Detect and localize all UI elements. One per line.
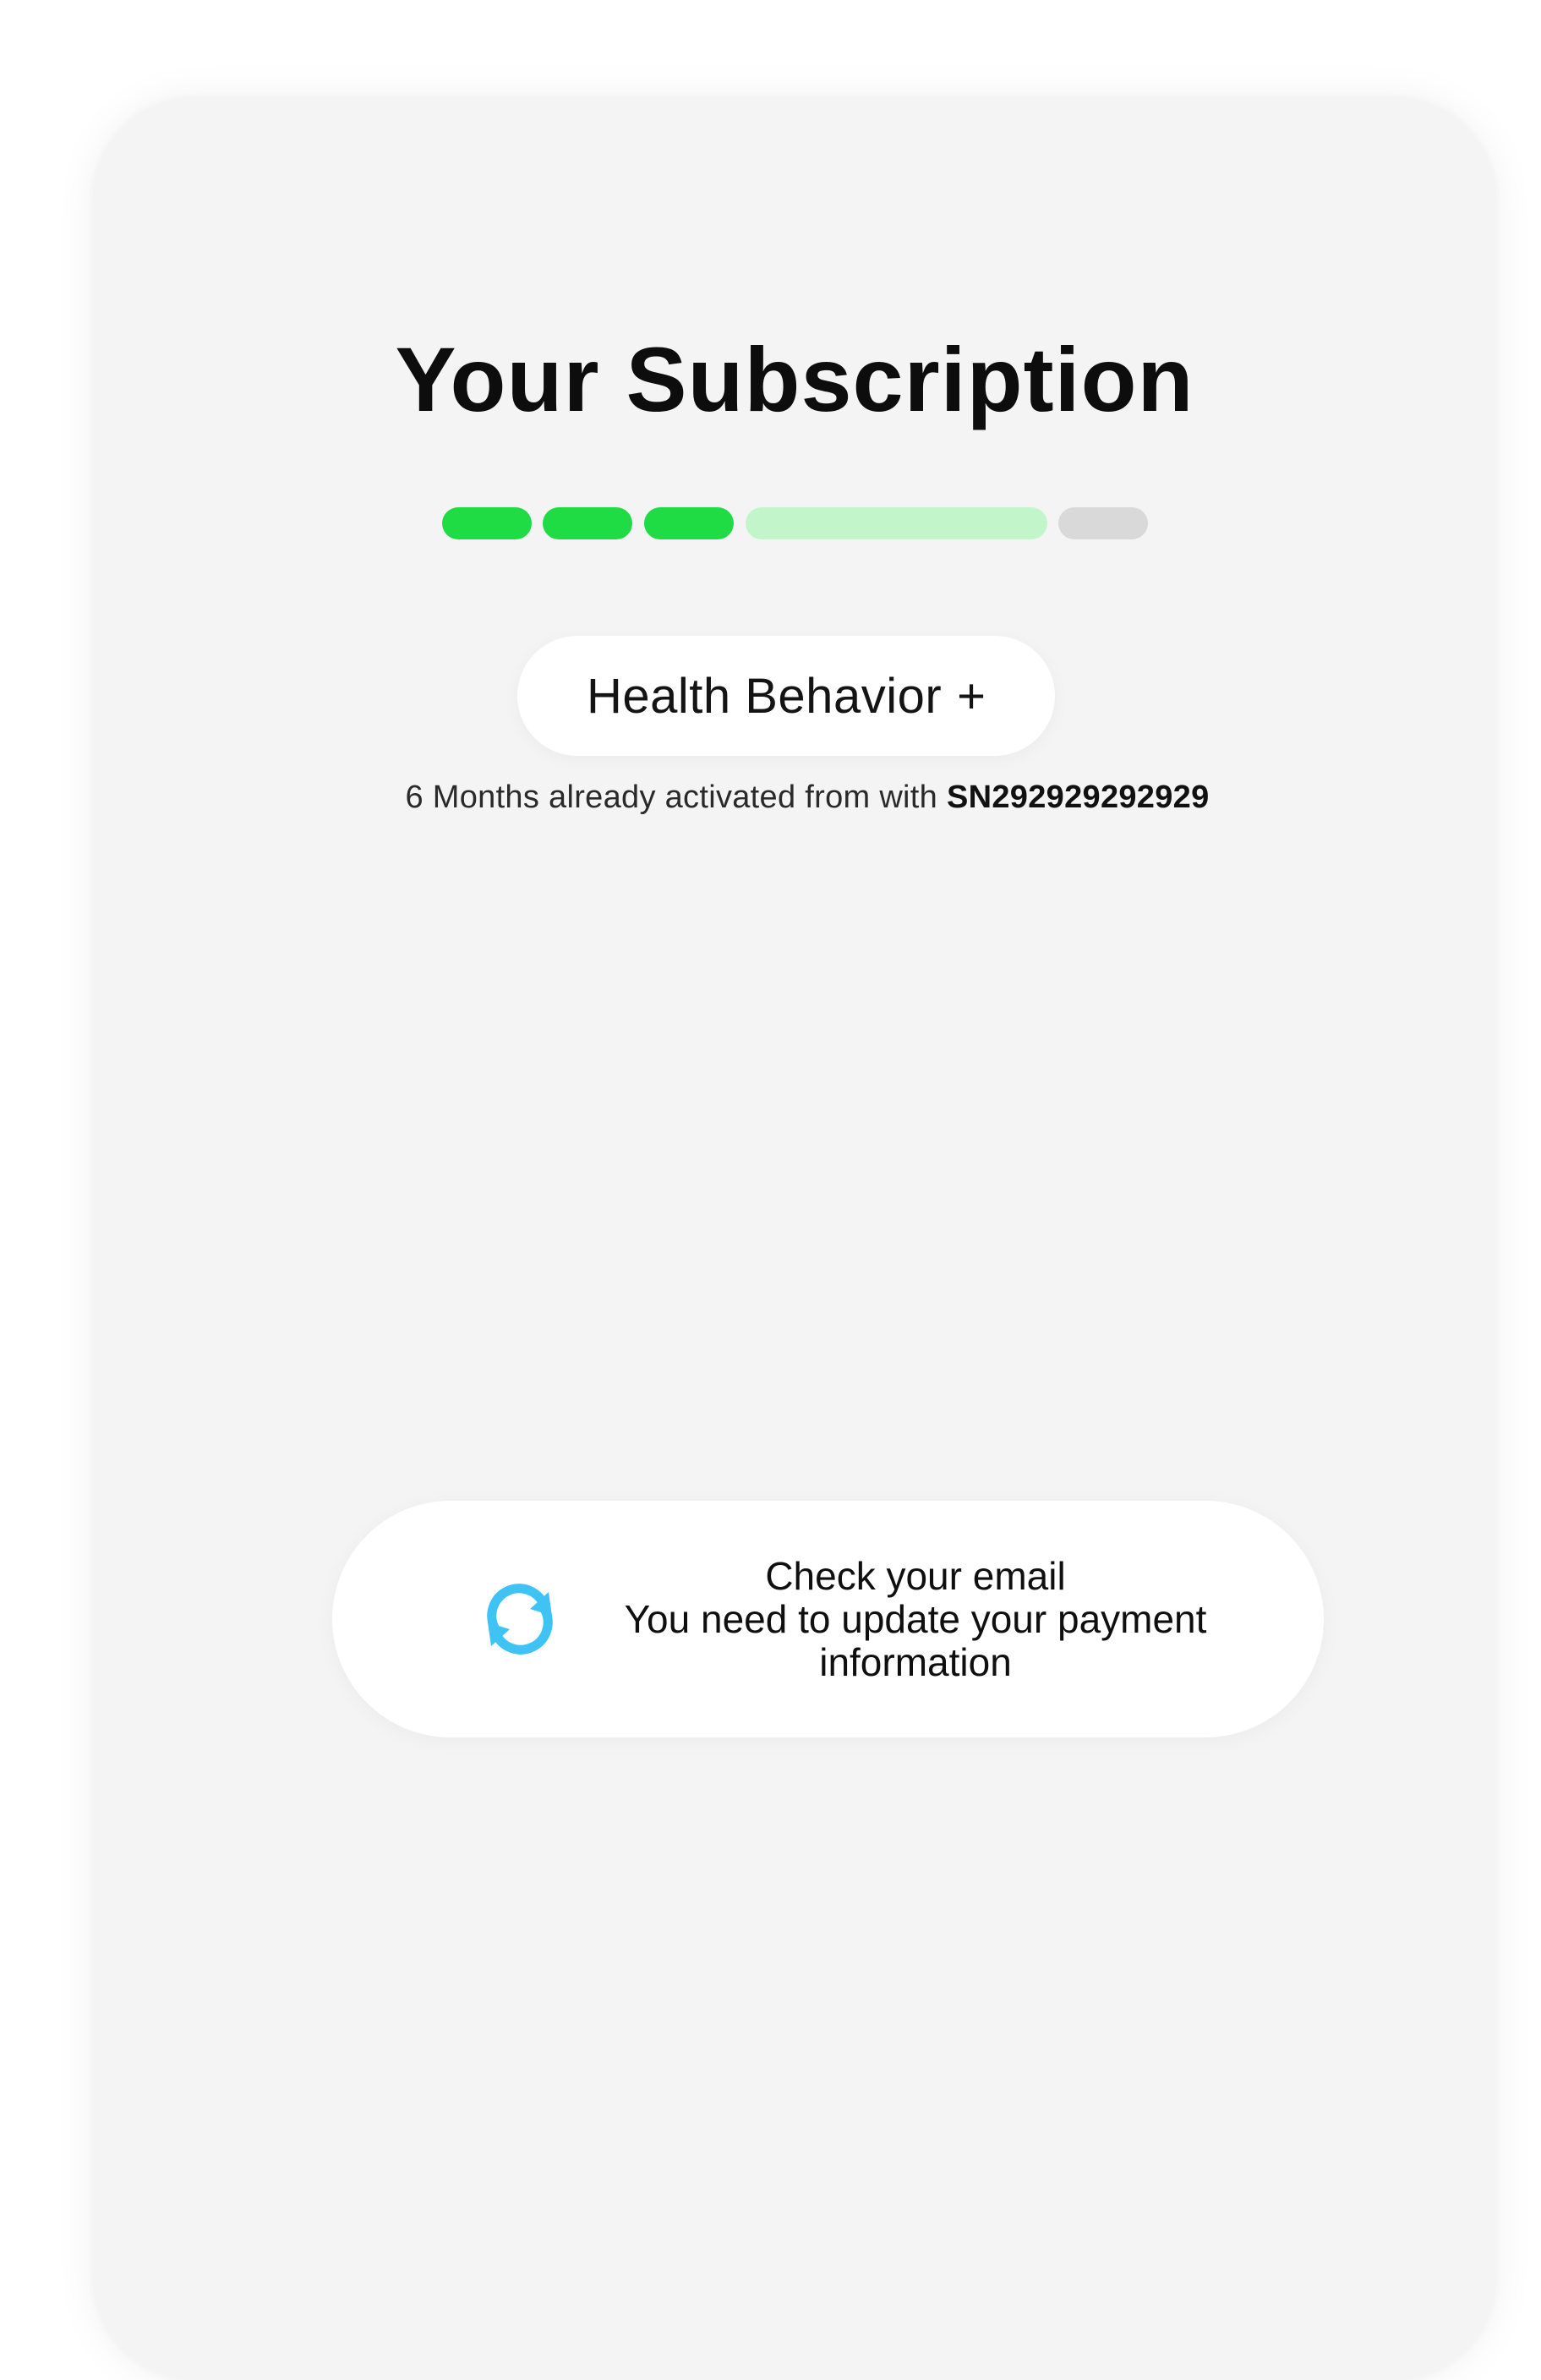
progress-segment-5 (1058, 507, 1148, 539)
notice-line-3: information (819, 1640, 1012, 1684)
refresh-icon (487, 1584, 553, 1655)
activation-status-text: 6 Months already activated from with SN2… (0, 780, 1541, 816)
activation-description: 6 Months already activated from with (405, 780, 947, 815)
plus-icon: + (957, 668, 986, 724)
plan-name: Health Behavior (586, 668, 943, 724)
subscription-card (93, 97, 1496, 2380)
progress-segment-3 (644, 507, 734, 539)
notice-message: Check your email You need to update your… (577, 1555, 1254, 1684)
payment-update-notice[interactable]: Check your email You need to update your… (332, 1501, 1324, 1737)
notice-title: Check your email (765, 1554, 1066, 1598)
serial-number: SN292929292929 (946, 780, 1210, 815)
progress-segment-4 (746, 507, 1047, 539)
progress-segment-2 (543, 507, 632, 539)
page-title: Your Subscription (395, 328, 1194, 430)
notice-line-2: You need to update your payment (624, 1597, 1207, 1641)
plan-selector-button[interactable]: Health Behavior + (517, 636, 1055, 756)
progress-segment-1 (442, 507, 532, 539)
